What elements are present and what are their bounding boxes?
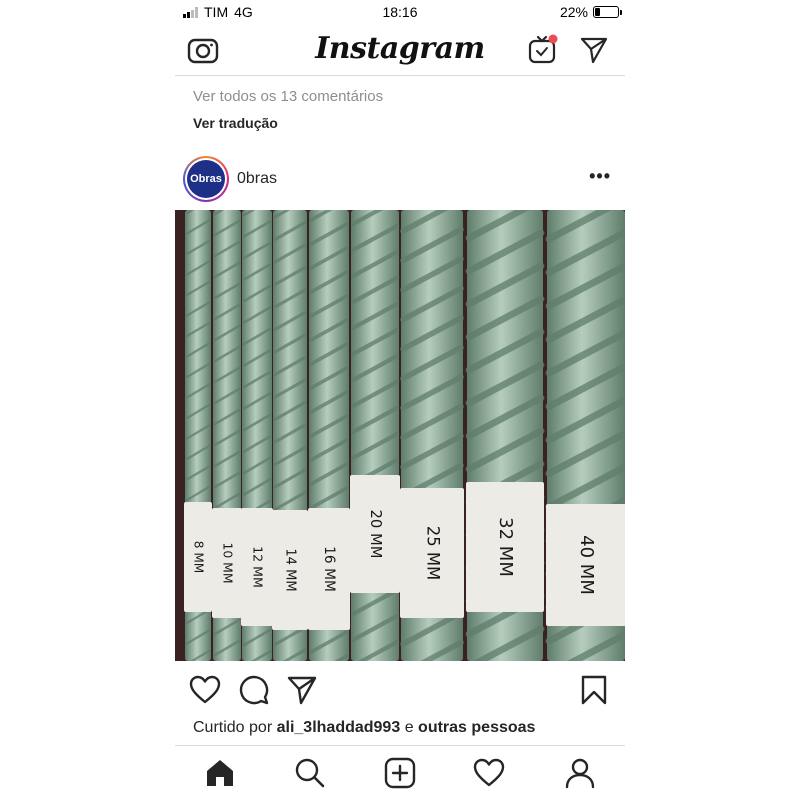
size-tag-label: 32 MM	[495, 517, 516, 577]
igtv-icon[interactable]	[527, 33, 559, 65]
battery-icon	[593, 6, 622, 18]
liked-by-user-link[interactable]: ali_3lhaddad993	[277, 719, 401, 736]
liked-by-conjunction: e	[404, 719, 414, 736]
profile-icon[interactable]	[563, 756, 597, 790]
battery-fill	[595, 8, 600, 16]
size-tag-label: 10 MM	[221, 543, 235, 584]
story-ring[interactable]: Obras	[183, 156, 229, 202]
clock: 18:16	[382, 4, 418, 20]
paper-plane-icon[interactable]	[579, 35, 609, 65]
app-header: Instagram	[175, 24, 625, 76]
search-icon[interactable]	[293, 756, 327, 790]
battery-percent: 22%	[559, 4, 588, 20]
view-all-comments-link[interactable]: Ver todos os 13 comentários	[193, 88, 383, 105]
liked-by-prefix: Curtido por	[193, 719, 273, 736]
rebar-bar: 8 MM	[184, 210, 212, 661]
post-actions	[175, 668, 625, 712]
post-image[interactable]: 8 MM 10 MM 12 MM 14 MM 16 MM 20 MM 25 MM 32 MM 4…	[175, 210, 625, 661]
post-username[interactable]: 0bras	[237, 170, 277, 188]
view-translation-link[interactable]: Ver tradução	[193, 115, 278, 131]
rebar-bar: 40 MM	[545, 210, 625, 661]
rebar-bar: 20 MM	[350, 210, 400, 661]
likes-summary: Curtido por ali_3lhaddad993 e outras pes…	[193, 719, 535, 737]
status-bar: TIM 4G 18:16 22%	[175, 0, 625, 24]
size-tag-label: 12 MM	[251, 546, 266, 588]
battery-info: 22%	[559, 4, 622, 20]
rebar-bar: 14 MM	[272, 210, 308, 661]
avatar[interactable]: Obras	[187, 160, 225, 198]
size-tag-label: 8 MM	[192, 541, 206, 573]
save-bookmark-icon[interactable]	[578, 674, 610, 706]
size-tag-label: 16 MM	[321, 546, 337, 592]
liked-by-others-link[interactable]: outras pessoas	[418, 719, 535, 736]
size-tag-label: 20 MM	[367, 510, 384, 559]
more-options-icon[interactable]: •••	[589, 166, 611, 187]
rebar-bar: 25 MM	[400, 210, 464, 661]
post-header: Obras 0bras •••	[175, 154, 625, 208]
bottom-nav	[175, 745, 625, 800]
share-icon[interactable]	[286, 674, 318, 706]
comment-icon[interactable]	[238, 674, 270, 706]
new-post-icon[interactable]	[383, 756, 417, 790]
home-icon[interactable]	[203, 756, 237, 790]
rebar-bar: 32 MM	[465, 210, 545, 661]
like-heart-icon[interactable]	[189, 674, 221, 706]
avatar-frame: Obras	[185, 158, 227, 200]
rebar-bar: 12 MM	[241, 210, 273, 661]
size-tag-label: 14 MM	[283, 548, 298, 591]
rebar-bar: 10 MM	[212, 210, 242, 661]
activity-heart-icon[interactable]	[472, 756, 506, 790]
rebar-bar: 16 MM	[308, 210, 350, 661]
instagram-app: TIM 4G 18:16 22% Instagram Ver todos os …	[175, 0, 625, 800]
size-tag-label: 40 MM	[576, 535, 597, 595]
rebar-photo: 8 MM 10 MM 12 MM 14 MM 16 MM 20 MM 25 MM 32 MM 4…	[175, 210, 625, 661]
previous-caption-fragment	[193, 70, 613, 76]
size-tag-label: 25 MM	[424, 526, 443, 581]
